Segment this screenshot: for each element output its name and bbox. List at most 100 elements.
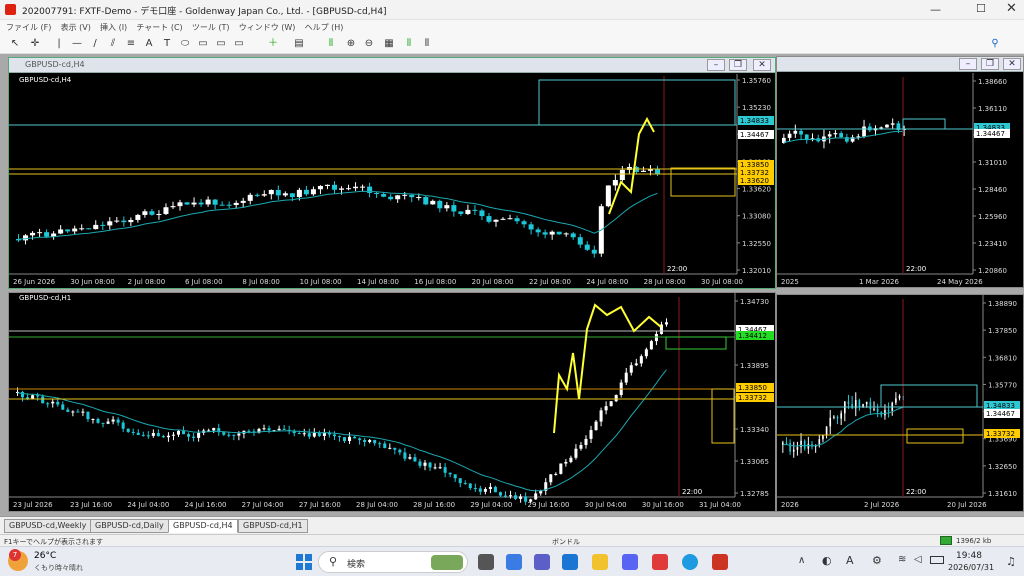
price-label: 1.38660: [978, 78, 1007, 86]
weekly-chart[interactable]: 1.386601.361101.335601.310101.284601.259…: [777, 73, 1023, 288]
tray-app-icon[interactable]: ◐: [822, 554, 832, 567]
tray-chevron-icon[interactable]: ∧: [798, 555, 805, 566]
menu-insert[interactable]: 挿入 (I): [100, 22, 127, 33]
label-icon[interactable]: T: [160, 37, 174, 51]
candle-body: [654, 169, 660, 175]
grid-icon[interactable]: ▦: [382, 37, 396, 51]
zoom-out-icon[interactable]: ⊖: [362, 37, 376, 51]
cursor-icon[interactable]: ↖: [8, 37, 22, 51]
date-label: 30 Jun 08:00: [70, 278, 114, 286]
candle-body: [473, 488, 477, 490]
task-view-icon[interactable]: [478, 554, 494, 570]
candle-body: [423, 197, 429, 205]
menu-help[interactable]: ヘルプ (H): [305, 22, 344, 33]
menu-tools[interactable]: ツール (T): [192, 22, 230, 33]
vertical-line-icon[interactable]: |: [52, 37, 66, 51]
candle-body: [91, 418, 95, 420]
candle-body: [416, 197, 422, 199]
weekly-minimize-button[interactable]: –: [959, 58, 977, 70]
tray-settings-icon[interactable]: ⚙: [872, 554, 882, 567]
templates-icon[interactable]: ▤: [292, 37, 306, 51]
date-label: 8 Jul 08:00: [242, 278, 280, 286]
horizontal-line-icon[interactable]: —: [70, 37, 84, 51]
price-label: 1.36810: [988, 354, 1017, 362]
edge-icon[interactable]: [682, 554, 698, 570]
teams-icon[interactable]: [534, 554, 550, 570]
menu-file[interactable]: ファイル (F): [6, 22, 51, 33]
rectangle-icon[interactable]: ▭: [196, 37, 210, 51]
taskbar-search-text: 検索: [347, 560, 366, 570]
new-chart-icon[interactable]: ＋: [266, 37, 280, 51]
candle-body: [594, 421, 598, 431]
h1-chart[interactable]: 1.347301.341751.338951.336201.333401.330…: [9, 293, 775, 511]
price-label: 1.34730: [740, 298, 769, 306]
candle-body: [549, 231, 555, 235]
h4-chart[interactable]: 1.357601.352301.346901.341601.336201.330…: [9, 74, 775, 288]
crosshair-icon[interactable]: ✛: [28, 37, 42, 51]
trendline-icon[interactable]: /: [88, 37, 102, 51]
menu-window[interactable]: ウィンドウ (W): [239, 22, 296, 33]
taskbar-search-box[interactable]: ⚲ 検索: [318, 551, 468, 573]
candle-body: [23, 235, 29, 241]
shapes-icon[interactable]: ▭: [214, 37, 228, 51]
candle-body: [184, 202, 190, 205]
candle-body: [619, 169, 625, 181]
candle-body: [559, 463, 563, 474]
date-label: 28 Jul 08:00: [644, 278, 686, 286]
tab-daily[interactable]: GBPUSD-cd,Daily: [90, 519, 169, 533]
chart-window-h1[interactable]: 1.347301.341751.338951.336201.333401.330…: [8, 292, 776, 512]
battery-icon[interactable]: [930, 556, 944, 564]
menu-chart[interactable]: チャート (C): [136, 22, 182, 33]
candle-body: [254, 194, 260, 196]
tray-font-icon[interactable]: A: [846, 554, 854, 567]
candle-body: [639, 356, 643, 364]
channel-icon[interactable]: ⫽: [106, 37, 120, 51]
tab-h1[interactable]: GBPUSD-cd,H1: [238, 519, 308, 533]
text-icon[interactable]: A: [142, 37, 156, 51]
chart-bars-icon[interactable]: ⫴: [324, 37, 338, 51]
file-explorer-icon[interactable]: [592, 554, 608, 570]
h4-close-button[interactable]: ✕: [753, 59, 771, 71]
volume-icon[interactable]: ◁: [914, 554, 922, 565]
close-button[interactable]: ✕: [1006, 1, 1017, 16]
h4-restore-button[interactable]: ❐: [729, 59, 747, 71]
candle-body: [66, 409, 70, 412]
wifi-icon[interactable]: ≋: [898, 554, 906, 565]
price-label: 1.35770: [988, 381, 1017, 389]
notification-bell-icon[interactable]: ♫: [1006, 555, 1016, 568]
maximize-button[interactable]: ☐: [976, 2, 986, 15]
taskbar-time: 19:48: [956, 551, 982, 561]
mt4-icon[interactable]: [712, 554, 728, 570]
candle-body: [182, 430, 186, 435]
search-icon[interactable]: ⚲: [988, 37, 1002, 51]
chart-window-weekly[interactable]: – ❐ ✕ 1.386601.361101.335601.310101.2846…: [776, 56, 1024, 288]
chart-shift-icon[interactable]: ⫴: [420, 37, 434, 51]
rect2-icon[interactable]: ▭: [232, 37, 246, 51]
copilot-icon[interactable]: [506, 554, 522, 570]
h4-minimize-button[interactable]: –: [707, 59, 725, 71]
fibonacci-icon[interactable]: ≡: [124, 37, 138, 51]
outlook-icon[interactable]: [562, 554, 578, 570]
candle-body: [156, 214, 162, 216]
weekly-restore-button[interactable]: ❐: [981, 58, 999, 70]
candle-body: [156, 433, 160, 437]
autoscroll-icon[interactable]: ⫴: [402, 37, 416, 51]
minimize-button[interactable]: —: [930, 3, 941, 16]
date-label: 14 Jul 08:00: [357, 278, 399, 286]
tab-weekly[interactable]: GBPUSD-cd,Weekly: [4, 519, 92, 533]
weekly-close-button[interactable]: ✕: [1003, 58, 1021, 70]
ellipse-icon[interactable]: ⬭: [178, 37, 192, 51]
tab-h4[interactable]: GBPUSD-cd,H4: [168, 519, 238, 533]
start-button[interactable]: [296, 554, 312, 570]
price-label: 1.33620: [742, 186, 771, 194]
date-label: 24 Jul 08:00: [586, 278, 628, 286]
chart-window-daily[interactable]: 1.388901.378501.368101.357701.347301.336…: [776, 294, 1024, 512]
h1-symbol-label: GBPUSD-cd,H1: [19, 294, 72, 302]
chart-window-h4[interactable]: GBPUSD-cd,H4 – ❐ ✕ 1.357601.352301.34690…: [8, 57, 776, 289]
menu-view[interactable]: 表示 (V): [61, 22, 91, 33]
app-red-icon[interactable]: [652, 554, 668, 570]
discord-icon[interactable]: [622, 554, 638, 570]
candle-body: [479, 210, 485, 217]
zoom-in-icon[interactable]: ⊕: [344, 37, 358, 51]
daily-chart[interactable]: 1.388901.378501.368101.357701.347301.336…: [777, 295, 1023, 511]
